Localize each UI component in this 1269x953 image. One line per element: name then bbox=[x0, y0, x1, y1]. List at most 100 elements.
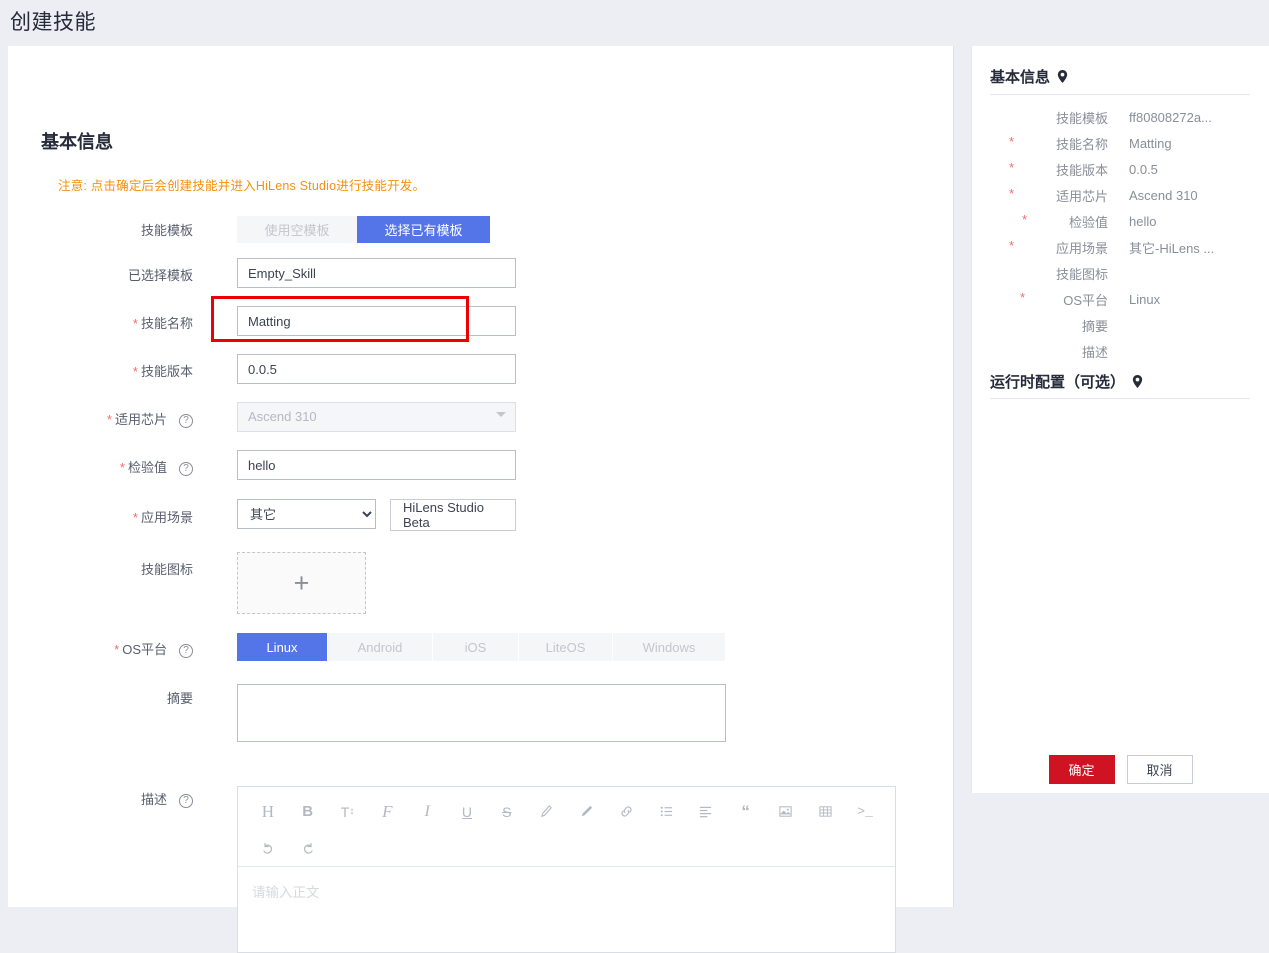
chip-help-icon[interactable]: ? bbox=[179, 414, 193, 428]
required-marker: * bbox=[1009, 238, 1014, 253]
list-item: *检验值 hello bbox=[990, 208, 1252, 234]
os-platform-tabs[interactable]: Linux Android iOS LiteOS Windows bbox=[237, 633, 726, 661]
os-tab-android[interactable]: Android bbox=[328, 633, 432, 661]
sidebar-item-key: 技能图标 bbox=[990, 264, 1114, 283]
align-left-icon[interactable] bbox=[686, 797, 726, 827]
check-value-help-icon[interactable]: ? bbox=[179, 462, 193, 476]
confirm-button[interactable]: 确定 bbox=[1049, 755, 1115, 784]
notice-text: 注意: 点击确定后会创建技能并进入HiLens Studio进行技能开发。 bbox=[58, 175, 425, 194]
required-marker: * bbox=[1009, 186, 1014, 201]
sidebar-item-key: 描述 bbox=[990, 342, 1114, 361]
chevron-down-icon bbox=[496, 412, 506, 417]
required-marker: * bbox=[1009, 134, 1014, 149]
skill-icon-upload-box[interactable]: + bbox=[237, 552, 366, 614]
link-icon[interactable] bbox=[606, 797, 646, 827]
main-form-card: 基本信息 注意: 点击确定后会创建技能并进入HiLens Studio进行技能开… bbox=[8, 46, 954, 907]
editor-toolbar-row-1: H B T↕ F I U S bbox=[248, 793, 885, 830]
required-marker: * bbox=[133, 510, 138, 525]
location-pin-icon[interactable] bbox=[1131, 374, 1144, 389]
template-existing-button[interactable]: 选择已有模板 bbox=[357, 216, 490, 243]
description-help-icon[interactable]: ? bbox=[179, 794, 193, 808]
os-tab-windows[interactable]: Windows bbox=[613, 633, 725, 661]
font-family-icon[interactable]: F bbox=[367, 797, 407, 827]
label-skill-template: 技能模板 bbox=[8, 220, 193, 239]
undo-icon[interactable] bbox=[248, 834, 288, 864]
sidebar-item-key: *技能版本 bbox=[990, 160, 1114, 179]
editor-toolbar-row-2 bbox=[248, 830, 885, 867]
sidebar-heading-runtime: 运行时配置（可选） bbox=[990, 371, 1144, 392]
required-marker: * bbox=[133, 364, 138, 379]
os-platform-help-icon[interactable]: ? bbox=[179, 644, 193, 658]
os-tab-liteos[interactable]: LiteOS bbox=[519, 633, 612, 661]
sidebar-divider-1 bbox=[990, 94, 1250, 95]
skill-template-segmented[interactable]: 使用空模板 选择已有模板 bbox=[237, 216, 490, 243]
strikethrough-icon[interactable]: S bbox=[487, 797, 527, 827]
bold-icon[interactable]: B bbox=[288, 797, 328, 827]
sidebar-item-value: Linux bbox=[1114, 292, 1160, 307]
check-value-input[interactable] bbox=[237, 450, 516, 480]
italic-icon[interactable]: I bbox=[407, 797, 447, 827]
sidebar-item-value: Ascend 310 bbox=[1114, 188, 1198, 203]
skill-version-input[interactable] bbox=[237, 354, 516, 384]
template-empty-button[interactable]: 使用空模板 bbox=[237, 216, 357, 243]
sidebar-item-key: *检验值 bbox=[990, 212, 1114, 231]
sidebar-action-bar: 确定 取消 bbox=[972, 755, 1269, 784]
summary-textarea[interactable] bbox=[237, 684, 726, 742]
list-item: 摘要 bbox=[990, 312, 1252, 338]
quote-icon[interactable]: “ bbox=[726, 797, 766, 827]
list-item: *OS平台 Linux bbox=[990, 286, 1252, 312]
required-marker: * bbox=[1022, 212, 1027, 227]
list-item: 技能模板 ff80808272a... bbox=[990, 104, 1252, 130]
sidebar-item-value: ff80808272a... bbox=[1114, 110, 1212, 125]
label-scenario: *应用场景 bbox=[8, 507, 193, 526]
list-item: 技能图标 bbox=[990, 260, 1252, 286]
label-description: 描述? bbox=[8, 789, 193, 808]
selected-template-input[interactable] bbox=[237, 258, 516, 288]
sidebar-item-value: 0.0.5 bbox=[1114, 162, 1158, 177]
highlight-icon[interactable] bbox=[527, 797, 567, 827]
required-marker: * bbox=[107, 412, 112, 427]
heading-icon[interactable]: H bbox=[248, 797, 288, 827]
sidebar-heading-basic-label: 基本信息 bbox=[990, 66, 1050, 87]
page-title: 创建技能 bbox=[10, 6, 96, 36]
image-icon[interactable] bbox=[766, 797, 806, 827]
redo-icon[interactable] bbox=[288, 834, 328, 864]
cancel-button[interactable]: 取消 bbox=[1127, 755, 1193, 784]
summary-side-panel: 基本信息 技能模板 ff80808272a... *技能名称 Matting *… bbox=[972, 46, 1269, 793]
sidebar-item-value: 其它-HiLens ... bbox=[1114, 238, 1214, 257]
os-tab-linux[interactable]: Linux bbox=[237, 633, 327, 661]
os-tab-ios[interactable]: iOS bbox=[433, 633, 518, 661]
label-chip: *适用芯片? bbox=[8, 409, 193, 428]
font-size-icon[interactable]: T↕ bbox=[328, 797, 368, 827]
sidebar-item-value: hello bbox=[1114, 214, 1156, 229]
skill-name-input[interactable] bbox=[237, 306, 516, 336]
label-os-platform: *OS平台? bbox=[8, 639, 193, 658]
label-skill-name: *技能名称 bbox=[8, 313, 193, 332]
chip-select[interactable]: Ascend 310 bbox=[237, 402, 516, 432]
sidebar-item-key: *应用场景 bbox=[990, 238, 1114, 257]
editor-placeholder: 请输入正文 bbox=[252, 885, 320, 900]
required-marker: * bbox=[114, 642, 119, 657]
label-summary: 摘要 bbox=[8, 688, 193, 707]
label-skill-version: *技能版本 bbox=[8, 361, 193, 380]
editor-content-area[interactable]: 请输入正文 bbox=[238, 867, 895, 915]
description-rich-text-editor[interactable]: H B T↕ F I U S bbox=[237, 786, 896, 953]
required-marker: * bbox=[1020, 290, 1025, 305]
bullet-list-icon[interactable] bbox=[646, 797, 686, 827]
scenario-select[interactable]: 其它 bbox=[237, 499, 376, 529]
hilens-studio-beta-button[interactable]: HiLens Studio Beta bbox=[390, 499, 516, 531]
sidebar-divider-2 bbox=[990, 398, 1250, 399]
underline-icon[interactable]: U bbox=[447, 797, 487, 827]
code-block-icon[interactable]: >_ bbox=[845, 797, 885, 827]
sidebar-item-key: 技能模板 bbox=[990, 108, 1114, 127]
sidebar-heading-basic: 基本信息 bbox=[990, 66, 1069, 87]
text-color-icon[interactable] bbox=[567, 797, 607, 827]
sidebar-summary-list: 技能模板 ff80808272a... *技能名称 Matting *技能版本 … bbox=[990, 104, 1252, 364]
table-icon[interactable] bbox=[805, 797, 845, 827]
list-item: *技能名称 Matting bbox=[990, 130, 1252, 156]
sidebar-item-value: Matting bbox=[1114, 136, 1172, 151]
list-item: *适用芯片 Ascend 310 bbox=[990, 182, 1252, 208]
section-title: 基本信息 bbox=[41, 128, 113, 154]
location-pin-icon[interactable] bbox=[1056, 69, 1069, 84]
list-item: *应用场景 其它-HiLens ... bbox=[990, 234, 1252, 260]
